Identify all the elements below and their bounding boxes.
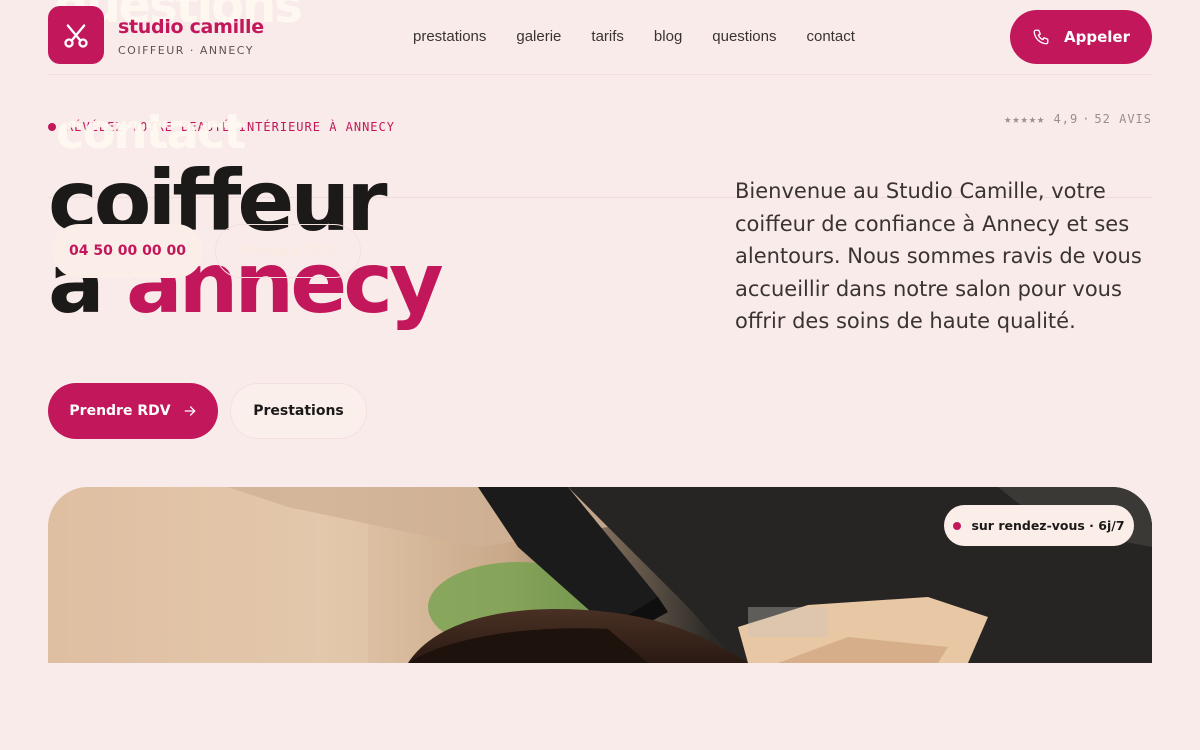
scissors-icon xyxy=(64,24,88,48)
brand-subtitle: COIFFEUR · ANNECY xyxy=(118,44,255,57)
hero-intro: Bienvenue au Studio Camille, votre coiff… xyxy=(735,179,1142,333)
availability-badge: sur rendez-vous · 6j/7 xyxy=(944,505,1134,546)
availability-text: sur rendez-vous · 6j/7 xyxy=(971,518,1125,533)
hero-eyebrow: RÉVÉLEZ VOTRE BEAUTÉ INTÉRIEURE À ANNECY xyxy=(48,120,395,134)
nav-link-prestations[interactable]: prestations xyxy=(413,28,486,45)
arrow-right-icon xyxy=(184,406,195,416)
floating-rdv-pill[interactable]: Prendre RDV xyxy=(215,224,361,278)
book-appointment-label: Prendre RDV xyxy=(69,403,171,419)
badge-dot xyxy=(953,521,962,530)
brand-logo[interactable] xyxy=(48,6,104,64)
book-appointment-button[interactable]: Prendre RDV xyxy=(48,383,218,439)
rating-stars-icon: ★★★★★ xyxy=(1004,112,1046,126)
header-divider xyxy=(48,74,1152,75)
nav-link-blog[interactable]: blog xyxy=(654,28,682,45)
nav-link-galerie[interactable]: galerie xyxy=(516,28,561,45)
call-button-label: Appeler xyxy=(1064,28,1130,46)
site-header: studio camille COIFFEUR · ANNECY prestat… xyxy=(0,0,1200,76)
nav-link-contact[interactable]: contact xyxy=(807,28,855,45)
rating-reviews: 52 AVIS xyxy=(1094,112,1152,126)
nav-link-questions[interactable]: questions xyxy=(712,28,776,45)
floating-phone-pill[interactable]: 04 50 00 00 00 xyxy=(52,224,203,278)
main-nav: prestations galerie tarifs blog question… xyxy=(413,28,885,45)
rating-value: 4,9 xyxy=(1053,112,1079,126)
phone-icon xyxy=(1033,29,1049,45)
eyebrow-text: RÉVÉLEZ VOTRE BEAUTÉ INTÉRIEURE À ANNECY xyxy=(66,120,395,134)
services-button[interactable]: Prestations xyxy=(230,383,367,439)
rating: ★★★★★ 4,9 · 52 AVIS xyxy=(1004,112,1152,126)
call-button[interactable]: Appeler xyxy=(1010,10,1152,64)
brand-name[interactable]: studio camille xyxy=(118,16,264,38)
eyebrow-dot xyxy=(48,123,56,131)
nav-link-tarifs[interactable]: tarifs xyxy=(591,28,624,45)
